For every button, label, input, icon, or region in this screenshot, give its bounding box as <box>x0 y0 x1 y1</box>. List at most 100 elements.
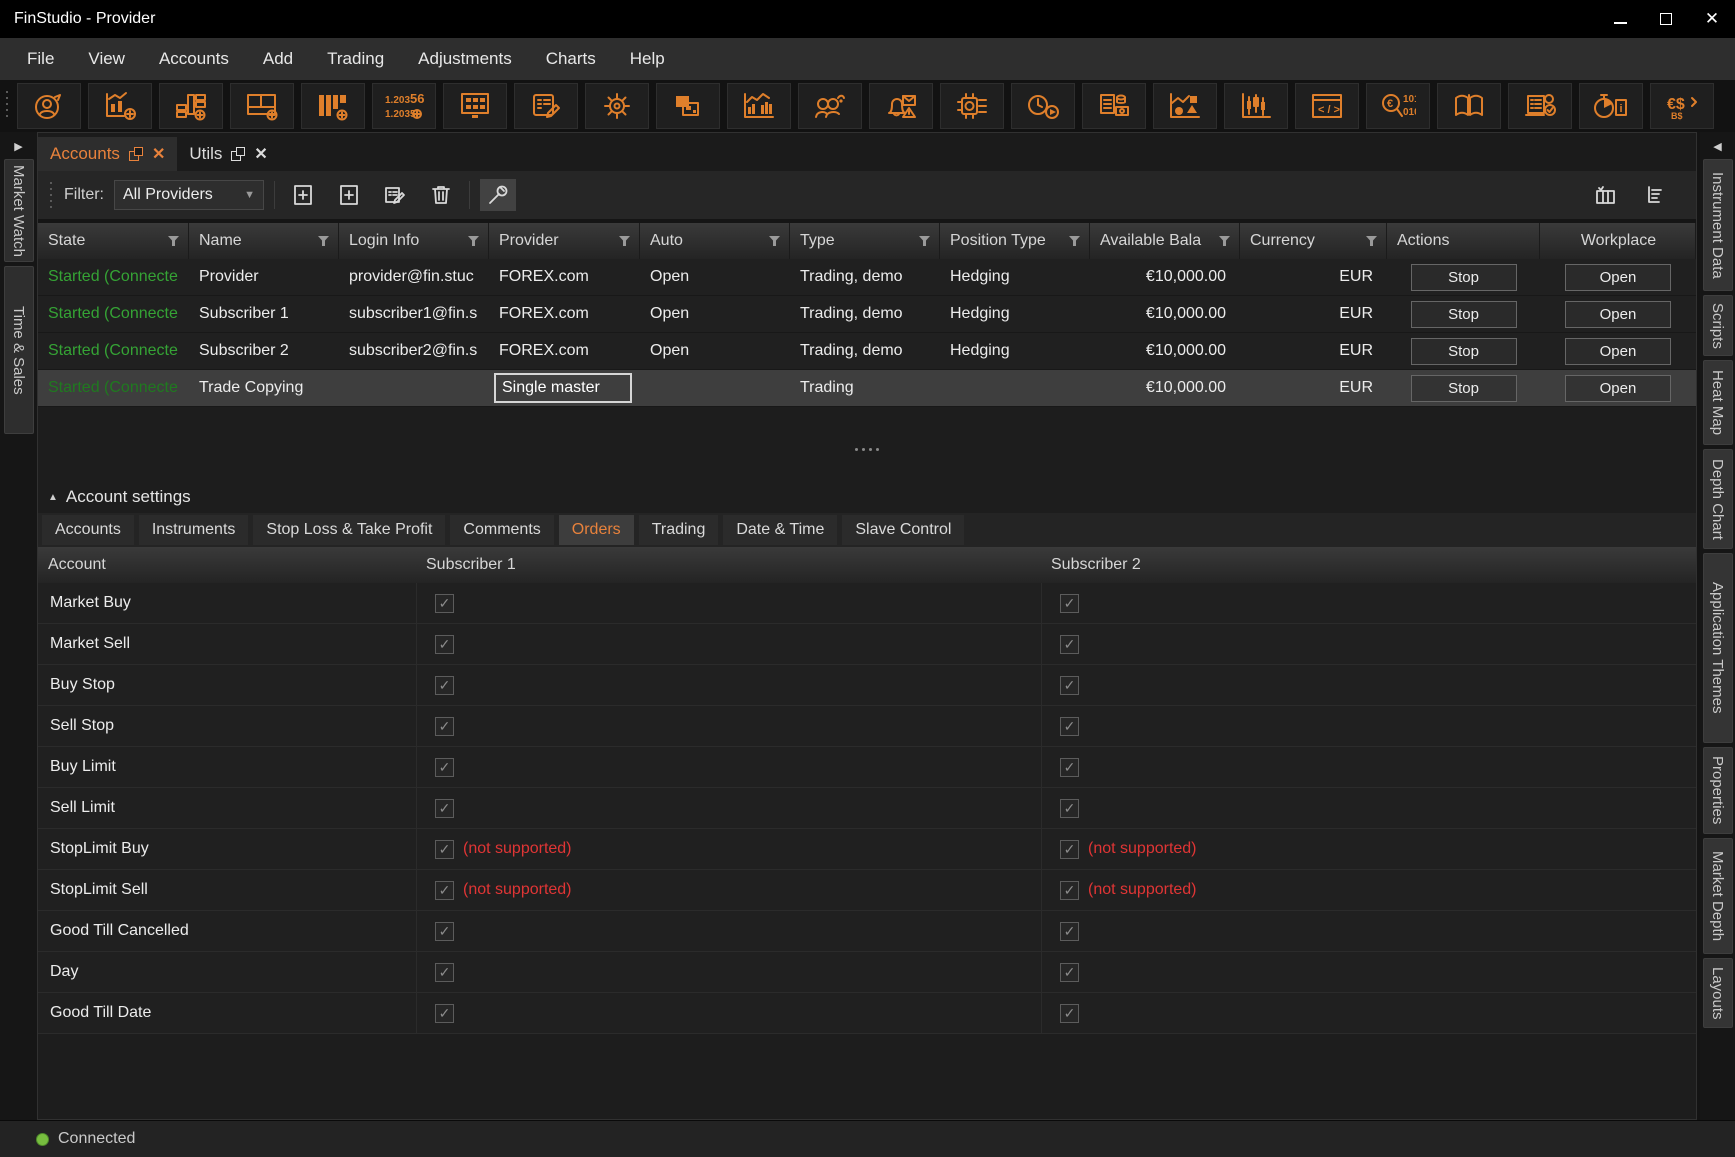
filter-funnel-icon[interactable] <box>317 235 330 247</box>
close-button[interactable]: ✕ <box>1689 0 1735 38</box>
new-table-icon[interactable] <box>443 83 507 129</box>
panel-tab-properties[interactable]: Properties <box>1703 747 1733 834</box>
col-provider[interactable]: Provider <box>489 223 640 259</box>
new-market-depth-icon[interactable] <box>301 83 365 129</box>
menu-help[interactable]: Help <box>613 38 682 80</box>
subscriber2-checkbox[interactable]: ✓ <box>1060 676 1079 695</box>
timer-info-icon[interactable]: i <box>1579 83 1643 129</box>
col-auto[interactable]: Auto <box>640 223 790 259</box>
tab-utils-close-icon[interactable]: ✕ <box>254 144 267 164</box>
new-note-icon[interactable] <box>514 83 578 129</box>
collapse-icon[interactable]: ▲ <box>48 492 58 503</box>
add-connection-button[interactable] <box>331 179 367 211</box>
col-currency[interactable]: Currency <box>1240 223 1387 259</box>
delete-button[interactable] <box>423 179 459 211</box>
menu-add[interactable]: Add <box>246 38 310 80</box>
col-subscriber-2[interactable]: Subscriber 2 <box>1041 547 1696 583</box>
new-chart-icon[interactable] <box>88 83 152 129</box>
provider-edit-field[interactable]: Single master <box>494 373 632 403</box>
float-window-icon[interactable] <box>231 147 245 161</box>
toolbar-grip[interactable] <box>4 91 10 121</box>
panel-tab-depth-chart[interactable]: Depth Chart <box>1703 449 1733 549</box>
col-state[interactable]: State <box>38 223 189 259</box>
minimize-button[interactable] <box>1597 0 1643 38</box>
filter-funnel-icon[interactable] <box>1365 235 1378 247</box>
menu-trading[interactable]: Trading <box>310 38 401 80</box>
subscriber2-checkbox[interactable]: ✓ <box>1060 840 1079 859</box>
panel-splitter[interactable] <box>38 407 1696 481</box>
tab-settings-datetime[interactable]: Date & Time <box>723 515 837 545</box>
stop-button[interactable]: Stop <box>1411 375 1517 402</box>
tab-settings-stoploss[interactable]: Stop Loss & Take Profit <box>253 515 445 545</box>
panel-tab-scripts[interactable]: Scripts <box>1703 295 1733 356</box>
subscriber1-checkbox[interactable]: ✓ <box>435 717 454 736</box>
subscriber2-checkbox[interactable]: ✓ <box>1060 758 1079 777</box>
subscriber1-checkbox[interactable]: ✓ <box>435 881 454 900</box>
subscriber2-checkbox[interactable]: ✓ <box>1060 799 1079 818</box>
subscriber2-checkbox[interactable]: ✓ <box>1060 635 1079 654</box>
open-workplace-button[interactable]: Open <box>1565 264 1671 291</box>
col-position-type[interactable]: Position Type <box>940 223 1090 259</box>
subscriber1-checkbox[interactable]: ✓ <box>435 676 454 695</box>
subscriber2-checkbox[interactable]: ✓ <box>1060 717 1079 736</box>
tab-settings-comments[interactable]: Comments <box>450 515 553 545</box>
stop-button[interactable]: Stop <box>1411 301 1517 328</box>
subscriber1-checkbox[interactable]: ✓ <box>435 840 454 859</box>
journal-icon[interactable] <box>1437 83 1501 129</box>
new-workspace-icon[interactable] <box>230 83 294 129</box>
tab-accounts[interactable]: Accounts ✕ <box>38 137 177 171</box>
subscriber1-checkbox[interactable]: ✓ <box>435 963 454 982</box>
task-manager-icon[interactable] <box>1508 83 1572 129</box>
open-workplace-button[interactable]: Open <box>1565 375 1671 402</box>
table-row[interactable]: Started (Connecte Provider provider@fin.… <box>38 259 1696 296</box>
col-subscriber-1[interactable]: Subscriber 1 <box>416 547 1041 583</box>
subscriber2-checkbox[interactable]: ✓ <box>1060 1004 1079 1023</box>
filter-funnel-icon[interactable] <box>167 235 180 247</box>
tab-settings-trading[interactable]: Trading <box>639 515 719 545</box>
tab-settings-instruments[interactable]: Instruments <box>139 515 249 545</box>
code-editor-icon[interactable]: < / > <box>1295 83 1359 129</box>
workspace-manager-icon[interactable] <box>656 83 720 129</box>
new-quote-board-icon[interactable]: 1.203561.2035 <box>372 83 436 129</box>
subscriber1-checkbox[interactable]: ✓ <box>435 594 454 613</box>
settings-gear-icon[interactable] <box>585 83 649 129</box>
panel-tab-layouts[interactable]: Layouts <box>1703 958 1733 1028</box>
add-account-button[interactable] <box>285 179 321 211</box>
col-account[interactable]: Account <box>38 547 416 583</box>
panel-tab-heat-map[interactable]: Heat Map <box>1703 360 1733 445</box>
market-scanner-icon[interactable] <box>727 83 791 129</box>
menu-charts[interactable]: Charts <box>529 38 613 80</box>
column-chooser-icon[interactable] <box>1588 179 1624 211</box>
table-row[interactable]: Started (Connecte Subscriber 1 subscribe… <box>38 296 1696 333</box>
provider-filter-select[interactable]: All Providers ▼ <box>114 180 264 210</box>
menu-file[interactable]: File <box>10 38 71 80</box>
col-login-info[interactable]: Login Info <box>339 223 489 259</box>
filter-funnel-icon[interactable] <box>918 235 931 247</box>
edit-button[interactable] <box>377 179 413 211</box>
analytics-icon[interactable] <box>1153 83 1217 129</box>
stop-button[interactable]: Stop <box>1411 264 1517 291</box>
subscriber2-checkbox[interactable]: ✓ <box>1060 881 1079 900</box>
menu-view[interactable]: View <box>71 38 142 80</box>
col-workplace[interactable]: Workplace <box>1540 223 1696 259</box>
maximize-button[interactable] <box>1643 0 1689 38</box>
filter-funnel-icon[interactable] <box>618 235 631 247</box>
panel-tab-market-watch[interactable]: Market Watch <box>4 159 34 262</box>
symbol-lookup-icon[interactable]: €101010 <box>1366 83 1430 129</box>
filter-funnel-icon[interactable] <box>1218 235 1231 247</box>
expand-left-icon[interactable]: ▶ <box>14 132 22 159</box>
panel-tab-instrument-data[interactable]: Instrument Data <box>1703 159 1733 291</box>
panel-tab-market-depth[interactable]: Market Depth <box>1703 838 1733 954</box>
candle-chart-icon[interactable] <box>1224 83 1288 129</box>
scheduler-icon[interactable] <box>1011 83 1075 129</box>
splitter-handle-icon[interactable] <box>855 448 879 481</box>
col-actions[interactable]: Actions <box>1387 223 1540 259</box>
group-panel-icon[interactable] <box>1638 179 1674 211</box>
float-window-icon[interactable] <box>129 147 143 161</box>
col-available-balance[interactable]: Available Bala <box>1090 223 1240 259</box>
col-name[interactable]: Name <box>189 223 339 259</box>
filter-funnel-icon[interactable] <box>768 235 781 247</box>
subscriber1-checkbox[interactable]: ✓ <box>435 799 454 818</box>
open-workplace-button[interactable]: Open <box>1565 338 1671 365</box>
connections-icon[interactable] <box>798 83 862 129</box>
